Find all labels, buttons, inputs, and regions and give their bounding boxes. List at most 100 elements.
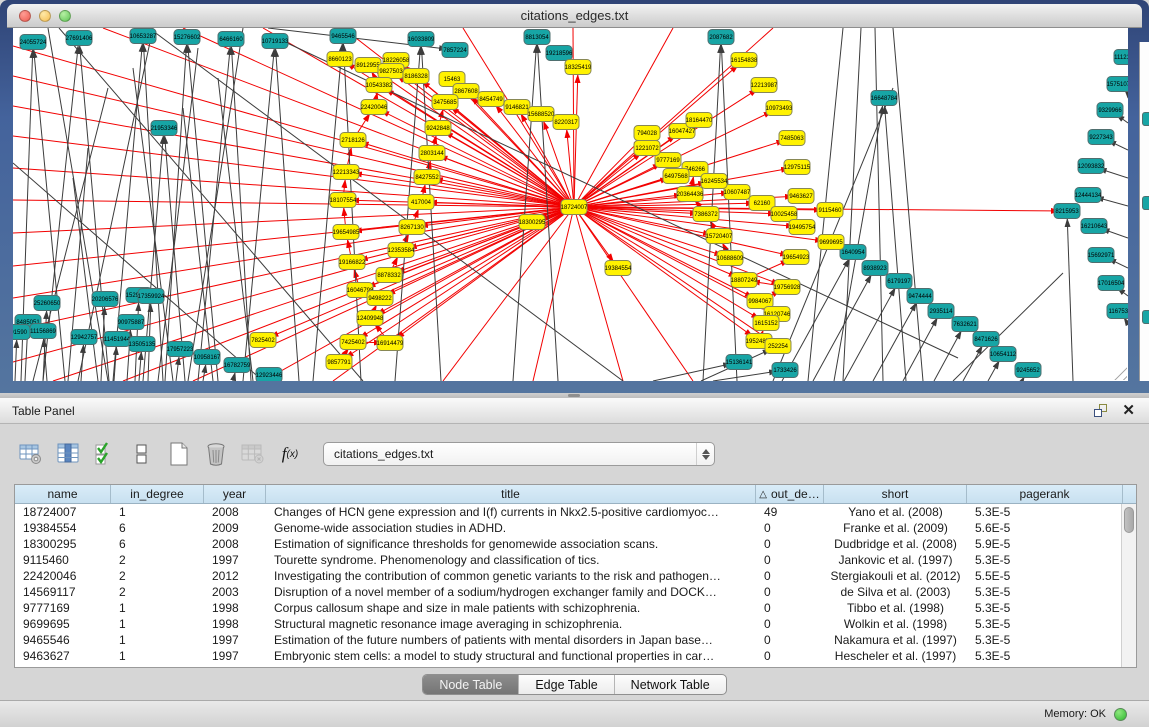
table-cell[interactable]: Changes of HCN gene expression and I(f) … bbox=[266, 504, 756, 520]
graph-edge[interactable] bbox=[183, 108, 213, 381]
scrollbar-thumb[interactable] bbox=[1124, 507, 1134, 533]
graph-edge[interactable] bbox=[48, 28, 108, 381]
table-scrollbar[interactable] bbox=[1121, 504, 1136, 667]
graph-edge[interactable] bbox=[13, 136, 574, 207]
table-cell[interactable]: 5.3E-5 bbox=[967, 648, 1123, 664]
table-row[interactable]: 2242004622012Investigating the contribut… bbox=[15, 568, 1136, 584]
graph-edge[interactable] bbox=[243, 41, 275, 381]
table-cell[interactable]: Genome-wide association studies in ADHD. bbox=[266, 520, 756, 536]
table-cell[interactable]: 0 bbox=[756, 616, 824, 632]
graph-edge[interactable] bbox=[1067, 211, 1073, 381]
select-columns-icon[interactable] bbox=[53, 439, 83, 469]
table-cell[interactable]: 18300295 bbox=[15, 536, 111, 552]
table-cell[interactable]: Embryonic stem cells: a model to study s… bbox=[266, 648, 756, 664]
table-cell[interactable]: 0 bbox=[756, 520, 824, 536]
table-cell[interactable]: Hescheler et al. (1997) bbox=[824, 648, 967, 664]
table-cell[interactable]: Disruption of a novel member of a sodium… bbox=[266, 584, 756, 600]
table-cell[interactable]: Nakamura et al. (1997) bbox=[824, 632, 967, 648]
table-cell[interactable]: 0 bbox=[756, 648, 824, 664]
graph-edge[interactable] bbox=[443, 207, 574, 381]
graph-edge[interactable] bbox=[13, 106, 574, 207]
column-header-title[interactable]: title bbox=[266, 485, 756, 503]
table-cell[interactable]: 2012 bbox=[204, 568, 266, 584]
table-cell[interactable]: Franke et al. (2009) bbox=[824, 520, 967, 536]
table-cell[interactable]: 1 bbox=[111, 504, 204, 520]
table-cell[interactable]: 2003 bbox=[204, 584, 266, 600]
table-cell[interactable]: 14569117 bbox=[15, 584, 111, 600]
table-cell[interactable]: 2008 bbox=[204, 504, 266, 520]
table-cell[interactable]: 1 bbox=[111, 648, 204, 664]
table-cell[interactable]: 5.3E-5 bbox=[967, 616, 1123, 632]
table-row[interactable]: 1830029562008Estimation of significance … bbox=[15, 536, 1136, 552]
column-header-out_de[interactable]: △out_de… bbox=[756, 485, 824, 503]
table-cell[interactable]: Tourette syndrome. Phenomenology and cla… bbox=[266, 552, 756, 568]
close-panel-icon[interactable]: ✕ bbox=[1122, 403, 1135, 418]
table-cell[interactable]: Structural magnetic resonance image aver… bbox=[266, 616, 756, 632]
table-cell[interactable]: 2 bbox=[111, 568, 204, 584]
graph-edge[interactable] bbox=[574, 207, 796, 257]
table-selector[interactable]: citations_edges.txt bbox=[323, 442, 715, 466]
new-document-icon[interactable] bbox=[164, 439, 194, 469]
table-cell[interactable]: 0 bbox=[756, 600, 824, 616]
function-builder-icon[interactable]: f(x) bbox=[275, 439, 305, 469]
table-row[interactable]: 911546021997Tourette syndrome. Phenomeno… bbox=[15, 552, 1136, 568]
table-row[interactable]: 946554611997Estimation of the future num… bbox=[15, 632, 1136, 648]
graph-edge[interactable] bbox=[183, 28, 574, 207]
table-cell[interactable]: 9699695 bbox=[15, 616, 111, 632]
table-cell[interactable]: 2 bbox=[111, 552, 204, 568]
table-cell[interactable]: 2009 bbox=[204, 520, 266, 536]
graph-edge[interactable] bbox=[165, 37, 187, 381]
table-row[interactable]: 1456911722003Disruption of a novel membe… bbox=[15, 584, 1136, 600]
table-cell[interactable]: 9463627 bbox=[15, 648, 111, 664]
table-cell[interactable]: 19384554 bbox=[15, 520, 111, 536]
table-row[interactable]: 969969511998Structural magnetic resonanc… bbox=[15, 616, 1136, 632]
rows-icon[interactable] bbox=[127, 439, 157, 469]
tab-network-table[interactable]: Network Table bbox=[615, 675, 726, 694]
table-cell[interactable]: 0 bbox=[756, 632, 824, 648]
table-settings-icon[interactable] bbox=[16, 439, 46, 469]
graph-edge[interactable] bbox=[13, 207, 574, 330]
table-cell[interactable]: 1997 bbox=[204, 632, 266, 648]
divider-handle-icon[interactable] bbox=[568, 394, 580, 397]
stepper-icon[interactable] bbox=[696, 443, 714, 465]
table-cell[interactable]: 1998 bbox=[204, 616, 266, 632]
table-cell[interactable]: Dudbridge et al. (2008) bbox=[824, 536, 967, 552]
graph-edge[interactable] bbox=[574, 207, 693, 381]
table-cell[interactable]: 5.3E-5 bbox=[967, 504, 1123, 520]
table-cell[interactable]: Stergiakouli et al. (2012) bbox=[824, 568, 967, 584]
table-cell[interactable]: 1 bbox=[111, 616, 204, 632]
graph-edge[interactable] bbox=[574, 67, 578, 207]
table-cell[interactable]: Wolkin et al. (1998) bbox=[824, 616, 967, 632]
graph-edge[interactable] bbox=[13, 46, 574, 207]
table-cell[interactable]: 9115460 bbox=[15, 552, 111, 568]
table-cell[interactable]: 1 bbox=[111, 632, 204, 648]
graph-edge[interactable] bbox=[934, 324, 965, 381]
table-row[interactable]: 977716911998Corpus callosum shape and si… bbox=[15, 600, 1136, 616]
float-panel-icon[interactable] bbox=[1094, 404, 1108, 418]
table-cell[interactable]: 0 bbox=[756, 536, 824, 552]
tab-node-table[interactable]: Node Table bbox=[423, 675, 519, 694]
checkmarks-icon[interactable] bbox=[90, 439, 120, 469]
table-cell[interactable]: 6 bbox=[111, 536, 204, 552]
graph-edge[interactable] bbox=[574, 207, 623, 381]
graph-edge[interactable] bbox=[873, 296, 920, 381]
graph-edge[interactable] bbox=[343, 36, 361, 381]
trash-icon[interactable] bbox=[201, 439, 231, 469]
column-header-pagerank[interactable]: pagerank bbox=[967, 485, 1123, 503]
table-cell[interactable]: 0 bbox=[756, 552, 824, 568]
column-header-in_degree[interactable]: in_degree bbox=[111, 485, 204, 503]
table-cell[interactable]: 9465546 bbox=[15, 632, 111, 648]
graph-edge[interactable] bbox=[13, 207, 574, 233]
table-cell[interactable]: 5.3E-5 bbox=[967, 552, 1123, 568]
table-cell[interactable]: 6 bbox=[111, 520, 204, 536]
table-row[interactable]: 946362711997Embryonic stem cells: a mode… bbox=[15, 648, 1136, 664]
table-cell[interactable]: Corpus callosum shape and size in male p… bbox=[266, 600, 756, 616]
graph-edge[interactable] bbox=[379, 85, 574, 207]
table-cell[interactable]: Yano et al. (2008) bbox=[824, 504, 967, 520]
table-cell[interactable]: 5.6E-5 bbox=[967, 520, 1123, 536]
graph-edge[interactable] bbox=[844, 281, 899, 381]
table-cell[interactable]: 2008 bbox=[204, 536, 266, 552]
table-cell[interactable]: 5.3E-5 bbox=[967, 584, 1123, 600]
table-cell[interactable]: 22420046 bbox=[15, 568, 111, 584]
table-cell[interactable]: 2 bbox=[111, 584, 204, 600]
